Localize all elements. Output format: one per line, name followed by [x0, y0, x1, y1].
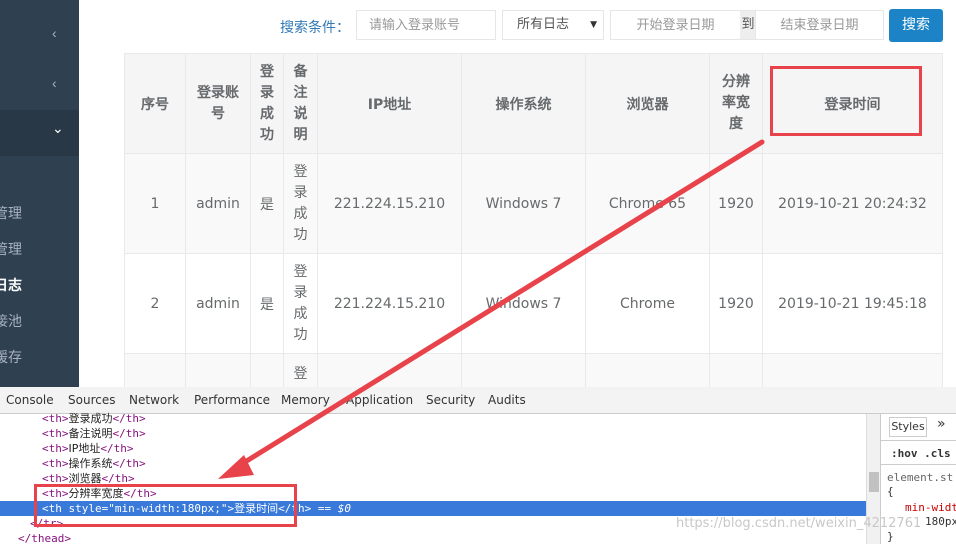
- sidebar-item-1[interactable]: 管理: [0, 199, 73, 229]
- col-header-resolution-label: 分辨率宽度: [722, 74, 750, 132]
- sidebar: ‹ ‹ ⌄ 管理 管理 日志 接池 缓存: [0, 0, 79, 387]
- divider: [881, 464, 956, 465]
- tab-security[interactable]: Security: [426, 393, 475, 407]
- log-type-select[interactable]: 所有日志 ▼: [502, 10, 604, 40]
- col-header-remark-label: 备注说明: [293, 63, 308, 143]
- cell-os: Windows 7: [461, 153, 586, 254]
- sidebar-collapse-row-1[interactable]: ‹: [0, 15, 79, 55]
- cell-os: [461, 353, 586, 387]
- tab-memory[interactable]: Memory: [281, 393, 330, 407]
- col-header-resolution[interactable]: 分辨率宽度: [709, 53, 763, 154]
- cell-success: 是: [250, 153, 284, 254]
- cell-resolution: [709, 353, 763, 387]
- account-input[interactable]: 请输入登录账号: [356, 10, 496, 40]
- chevron-left-icon[interactable]: ‹: [52, 75, 57, 91]
- tab-performance[interactable]: Performance: [194, 393, 270, 407]
- element-style-selector: element.st: [887, 471, 954, 484]
- brace-open: {: [887, 485, 894, 498]
- cell-account: admin: [185, 253, 251, 354]
- brace-close: }: [887, 530, 894, 543]
- css-property[interactable]: min-widt: [905, 501, 956, 514]
- dom-line[interactable]: <th>操作系统</th>: [0, 456, 866, 471]
- cell-account: [185, 353, 251, 387]
- cell-index: 1: [124, 153, 186, 254]
- cell-browser: Chrome 65: [585, 153, 710, 254]
- start-date-input[interactable]: 开始登录日期: [610, 10, 741, 40]
- search-bar: 搜索条件： 请输入登录账号 所有日志 ▼ 开始登录日期 到 结束登录日期 搜索: [79, 9, 956, 42]
- col-header-account[interactable]: 登录账号: [185, 53, 251, 154]
- tab-styles[interactable]: Styles: [889, 417, 927, 437]
- main-content: 搜索条件： 请输入登录账号 所有日志 ▼ 开始登录日期 到 结束登录日期 搜索 …: [79, 0, 956, 387]
- css-value[interactable]: 180px: [925, 515, 956, 528]
- cell-remark-text: 登录成功: [293, 163, 308, 243]
- styles-filter[interactable]: :hov .cls: [891, 447, 951, 460]
- watermark: https://blog.csdn.net/weixin_4212761: [676, 516, 922, 531]
- col-header-success-label: 登录成功: [260, 63, 274, 143]
- cell-ip: 221.224.15.210: [317, 253, 462, 354]
- tab-sources[interactable]: Sources: [68, 393, 115, 407]
- search-label: 搜索条件：: [280, 20, 350, 36]
- cell-resolution: 1920: [709, 153, 763, 254]
- sidebar-item-login-log[interactable]: 日志: [0, 271, 73, 301]
- highlight-box-login-time-header: [770, 66, 922, 136]
- cell-login-time: [762, 353, 943, 387]
- sidebar-item-5[interactable]: 缓存: [0, 343, 73, 373]
- cell-remark: 登: [283, 353, 318, 387]
- more-tabs-icon[interactable]: »: [937, 416, 946, 432]
- tab-console[interactable]: Console: [6, 393, 54, 407]
- dom-line[interactable]: <th>备注说明</th>: [0, 426, 866, 441]
- col-header-success[interactable]: 登录成功: [250, 53, 284, 154]
- table-row[interactable]: 2 admin 是 登录成功 221.224.15.210 Windows 7 …: [124, 253, 943, 354]
- cell-ip: [317, 353, 462, 387]
- col-header-ip[interactable]: IP地址: [317, 53, 462, 154]
- divider: [881, 440, 956, 441]
- cell-remark-text: 登: [293, 366, 308, 382]
- date-range-separator: 到: [740, 10, 756, 40]
- sidebar-item-2[interactable]: 管理: [0, 235, 73, 265]
- dom-line[interactable]: <th>IP地址</th>: [0, 441, 866, 456]
- highlight-box-code-line: [34, 484, 297, 527]
- col-header-remark[interactable]: 备注说明: [283, 53, 318, 154]
- tab-audits[interactable]: Audits: [488, 393, 526, 407]
- dom-line[interactable]: </thead>: [0, 531, 866, 544]
- tab-application[interactable]: Application: [346, 393, 413, 407]
- cell-resolution: 1920: [709, 253, 763, 354]
- dom-line[interactable]: <th>登录成功</th>: [0, 411, 866, 426]
- end-date-input[interactable]: 结束登录日期: [755, 10, 884, 40]
- cell-account: admin: [185, 153, 251, 254]
- sidebar-collapse-row-2[interactable]: ‹: [0, 65, 79, 105]
- sidebar-active-group[interactable]: ⌄: [0, 110, 79, 156]
- col-header-account-label: 登录账号: [197, 84, 239, 122]
- cell-ip: 221.224.15.210: [317, 153, 462, 254]
- col-header-index[interactable]: 序号: [124, 53, 186, 154]
- cell-os: Windows 7: [461, 253, 586, 354]
- chevron-left-icon[interactable]: ‹: [52, 25, 57, 41]
- scrollbar-thumb[interactable]: [869, 472, 879, 492]
- cell-index: [124, 353, 186, 387]
- cell-index: 2: [124, 253, 186, 354]
- cell-browser: [585, 353, 710, 387]
- log-type-value: 所有日志: [517, 17, 570, 32]
- table-row[interactable]: 登: [124, 353, 943, 387]
- devtools-tab-bar: Console Sources Network Performance Memo…: [0, 387, 956, 414]
- cell-remark-text: 登录成功: [293, 263, 308, 343]
- chevron-down-icon[interactable]: ⌄: [52, 120, 64, 137]
- cell-success: 是: [250, 253, 284, 354]
- search-button[interactable]: 搜索: [889, 9, 943, 42]
- cell-remark: 登录成功: [283, 153, 318, 254]
- cell-remark: 登录成功: [283, 253, 318, 354]
- col-header-os[interactable]: 操作系统: [461, 53, 586, 154]
- cell-login-time: 2019-10-21 19:45:18: [762, 253, 943, 354]
- dropdown-arrow-icon: ▼: [590, 20, 597, 30]
- sidebar-item-4[interactable]: 接池: [0, 307, 73, 337]
- col-header-browser[interactable]: 浏览器: [585, 53, 710, 154]
- cell-success: [250, 353, 284, 387]
- table-row[interactable]: 1 admin 是 登录成功 221.224.15.210 Windows 7 …: [124, 153, 943, 254]
- tab-network[interactable]: Network: [129, 393, 179, 407]
- cell-login-time: 2019-10-21 20:24:32: [762, 153, 943, 254]
- cell-browser: Chrome: [585, 253, 710, 354]
